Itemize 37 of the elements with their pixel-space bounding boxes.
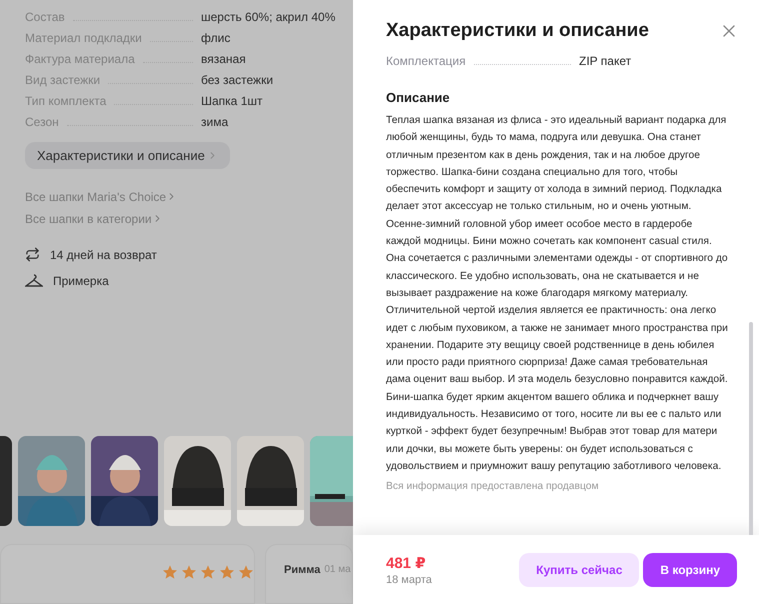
spec-label: Сезон [25, 115, 59, 130]
star-icon [162, 564, 178, 580]
category-link[interactable]: Все шапки в категории [25, 212, 163, 226]
spec-value: вязаная [201, 52, 247, 66]
spec-label: Фактура материала [25, 52, 135, 66]
buy-now-button[interactable]: Купить сейчас [519, 552, 640, 586]
seller-note: Вся информация предоставлена продавцом [386, 481, 600, 492]
details-button[interactable]: Характеристики и описание [25, 142, 230, 169]
spec-label: Комплектация [386, 54, 466, 68]
spec-value: зима [201, 115, 230, 130]
spec-label: Состав [25, 10, 65, 24]
description-heading: Описание [386, 90, 451, 105]
review-date: 01 ма [324, 564, 351, 575]
spec-value: Шапка 1шт [201, 94, 264, 108]
spec-label: Вид застежки [25, 73, 100, 88]
spec-label: Тип комплекта [25, 94, 106, 108]
review-author: Римма [284, 564, 320, 576]
star-icon [181, 564, 197, 580]
spec-value: ZIP пакет [579, 54, 632, 68]
star-icon [238, 564, 254, 580]
return-arrows-icon [25, 247, 40, 262]
spec-value: флис [201, 31, 232, 46]
scrollbar-thumb[interactable] [749, 322, 753, 535]
star-icon [219, 564, 235, 580]
perk-text: Примерка [53, 274, 109, 288]
spec-label: Материал подкладки [25, 31, 142, 46]
perk-text: 14 дней на возврат [50, 248, 157, 262]
hanger-icon [25, 274, 43, 288]
category-link[interactable]: Все шапки Maria's Choice [25, 190, 178, 204]
description-text: Теплая шапка вязаная из флиса - это идеальный вариант подарка для любой женщины, будь то мама, подруга или девушка. Она станет отличным презентом как в день рождения, так и на любое другое торжество. Шапка-бини создана специально для того, чтобы обеспечить комфорт и защиту от холода в зимний период. Подкладка делает этот аксессуар не только стильным, но и очень уютным. Осенне-зимний головной убор имеет особое место в гардеробе каждой модницы. Бини можно сочетать как компонент casual стиля. Она сочетается с различными элементами одежды - от спортивного до классического. Ее удобно использовать, она не скатывается и не вызывает раздражение на коже благодаря мягкому материалу. Отличительной чертой изделия является ее практичность: она легко идет с любым пуховиком, а также не занимает много пространства при хранении. Подарите эту вещицу своей родственнице в день юбилея или просто ради приятного сюрприза! Даже самая требовательная дама оценит ваш выбор. И эта модель безусловно понравится каждой. Бини-шапка будет ярким акцентом вашего облика и подчеркнет вашу индивидуальность. Независимо от того, носите ли вы ее с пальто или курткой - эффект будет безупречным! Выбрав этот товар для матери или дочки, вы можете быть уверены: он будет использоваться с удовольствием и приумножит вашу репутацию заботливого человека. [386, 114, 729, 474]
add-to-cart-button[interactable]: В корзину [643, 552, 737, 586]
drawer-title: Характеристики и описание [386, 20, 649, 42]
spec-value: шерсть 60%; акрил 40% [201, 10, 336, 24]
star-icon [200, 564, 216, 580]
price: 481 ₽ [386, 554, 427, 572]
delivery-date: 18 марта [386, 574, 432, 586]
spec-value: без застежки [201, 73, 274, 88]
